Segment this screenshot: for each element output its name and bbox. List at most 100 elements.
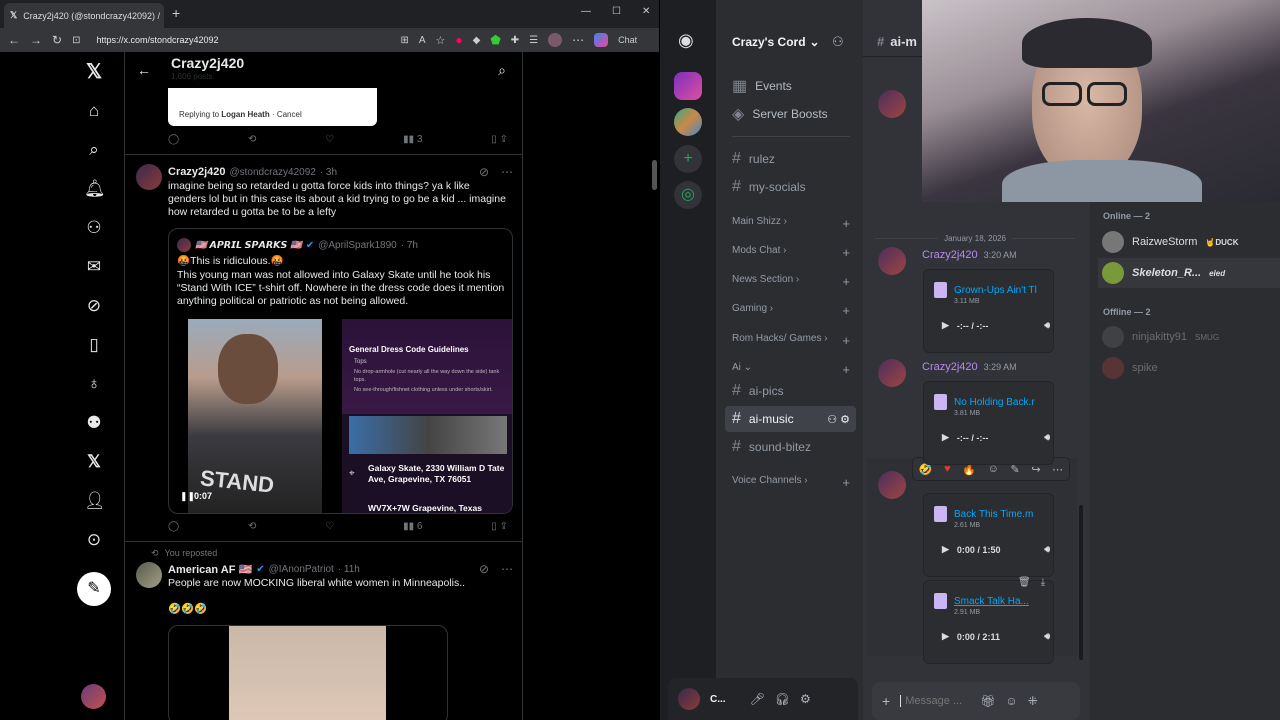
more-options-icon[interactable]: ⋯ [1052,463,1063,476]
audio-attachment[interactable]: No Holding Back.r 3.81 MB ▶ -:-- / -:-- 🔊︎ [923,381,1054,465]
nav-events[interactable]: ▦ Events [732,76,792,96]
back-icon[interactable]: ← [8,33,20,47]
messages-envelope-icon[interactable]: ✉ [84,257,104,277]
x-logo-icon[interactable]: 𝕏 [84,62,104,82]
maximize-icon[interactable]: ☐ [612,6,621,17]
audio-filename[interactable]: Grown-Ups Ain't Tl [954,285,1050,296]
page-scrollbar[interactable] [652,160,657,190]
bookmarks-icon[interactable]: ▯ [84,335,104,355]
ext-pink-icon[interactable]: ● [455,33,462,47]
message-author[interactable]: Crazy2j420 [922,249,978,261]
quoted-post[interactable]: 🇺🇸 𝘼𝙋𝙍𝙄𝙇 𝙎𝙋𝘼𝙍𝙆𝙎 🇺🇸 ✔ @AprilSpark1890 · 7… [168,228,513,514]
reply-icon[interactable]: ◯ [168,134,179,145]
extension-icon[interactable]: ⊞ [400,35,408,46]
reply-icon[interactable]: ◯ [168,521,179,532]
invite-settings-icon[interactable]: ⚇ ⚙ [827,413,850,426]
post-more-icon[interactable]: ⋯ [501,165,513,179]
bookmark-icon[interactable]: ▯ ⇪ [491,134,508,145]
reply-to-name[interactable]: Logan Heath [221,110,269,119]
member-raizwestorm[interactable]: RaizweStorm 🤘DUCK [1102,231,1238,253]
like-heart-icon[interactable]: ♡ [325,521,334,532]
apps-icon[interactable]: ⁜ [1028,694,1038,708]
channel-rulez[interactable]: # rulez [732,150,775,168]
home-icon[interactable]: ⌂ [84,101,104,121]
category-rom-hacks[interactable]: Rom Hacks/ Games › + [732,333,850,348]
audio-filename[interactable]: Smack Talk Ha... [954,596,1050,607]
member-skeleton[interactable]: Skeleton_R... eled [1102,262,1225,284]
post-avatar[interactable] [136,164,162,190]
add-channel-icon[interactable]: + [842,216,850,231]
add-channel-icon[interactable]: + [842,274,850,289]
volume-icon[interactable]: 🔊︎ [1044,320,1050,331]
refresh-icon[interactable]: ↻ [52,33,62,47]
audio-attachment[interactable]: Smack Talk Ha... 2.91 MB ▶ 0:00 / 2:11 🔊︎ … [923,577,1054,664]
settings-gear-icon[interactable]: ⚙ [800,692,811,706]
audio-attachment[interactable]: Back This Time.m 2.61 MB ▶ 0:00 / 1:50 🔊︎ [923,493,1054,577]
video-play-pause-icon[interactable]: ❚❚ [180,491,195,502]
add-channel-icon[interactable]: + [842,303,850,318]
post-time[interactable]: · 3h [320,167,337,178]
category-main-shizz[interactable]: Main Shizz › + [732,216,850,231]
copilot-icon[interactable] [594,33,609,47]
profile-icon[interactable] [548,33,563,47]
favorites-icon[interactable]: ☰ [529,35,538,46]
account-avatar[interactable] [81,684,106,709]
add-channel-icon[interactable]: + [842,333,850,348]
user-avatar[interactable] [678,688,700,710]
member-spike[interactable]: spike [1102,357,1158,379]
repost-icon[interactable]: ⟲ [248,521,256,532]
message-avatar[interactable] [878,359,906,387]
repost-icon[interactable]: ⟲ [248,134,256,145]
channel-sound-bitez[interactable]: # sound-bitez [732,438,811,456]
follow-icon[interactable]: ⚇ [84,218,104,238]
post-avatar[interactable] [136,562,162,588]
category-gaming[interactable]: Gaming › + [732,303,850,318]
server-icon-2[interactable] [674,108,702,136]
post-author-name[interactable]: American AF 🇺🇸 [168,563,252,576]
message-avatar[interactable] [878,471,906,499]
gift-icon[interactable]: 🎁︎ [980,694,995,708]
category-ai[interactable]: Ai ⌄ + [732,362,850,377]
post-author-name[interactable]: Crazy2j420 [168,166,226,178]
audio-filename[interactable]: No Holding Back.r [954,397,1050,408]
grok-post-icon[interactable]: ⊘ [479,165,489,179]
like-heart-icon[interactable]: ♡ [325,134,334,145]
invite-people-icon[interactable]: ⚇ [832,34,844,50]
user-name[interactable]: C... [710,694,726,705]
post-time[interactable]: · 11h [338,564,360,575]
message-avatar[interactable] [878,247,906,275]
url-input[interactable]: https://x.com/stondcrazy42092 [90,31,390,49]
add-server-icon[interactable]: + [674,145,702,173]
post-media[interactable] [168,625,448,720]
download-icon[interactable]: ⤓ [1041,577,1045,588]
server-name[interactable]: Crazy's Cord ⌄ [732,35,820,49]
delete-trash-icon[interactable]: 🗑︎ [1018,577,1031,588]
close-window-icon[interactable]: ✕ [642,6,650,17]
volume-icon[interactable]: 🔊︎ [1044,432,1050,443]
play-icon[interactable]: ▶ [942,432,949,443]
forward-icon[interactable]: → [30,33,42,47]
communities-icon[interactable]: ⚉ [84,413,104,433]
browser-tab[interactable]: 𝕏 Crazy2j420 (@stondcrazy42092) / ✕ [4,3,164,28]
message-input[interactable] [900,695,971,707]
play-icon[interactable]: ▶ [942,544,949,555]
channel-ai-music[interactable]: # ai-music ⚇ ⚙ [732,410,850,428]
category-voice-channels[interactable]: Voice Channels › + [732,475,850,490]
play-icon[interactable]: ▶ [942,631,949,642]
server-icon-crazys-cord[interactable] [674,72,702,100]
audio-filename[interactable]: Back This Time.m [954,509,1050,520]
member-ninjakitty[interactable]: ninjakitty91 SMUG [1102,326,1219,348]
microphone-icon[interactable]: 🎤︎ [750,692,765,706]
ext-shield-icon[interactable]: ⬟ [490,33,500,47]
more-icon[interactable]: ⋯ [572,33,584,47]
profile-person-icon[interactable]: 👤︎ [84,491,106,511]
views-count[interactable]: ▮▮ 6 [403,521,422,532]
category-news-section[interactable]: News Section › + [732,274,850,289]
ext-puzzle-icon[interactable]: ✚ [511,35,519,46]
search-icon[interactable]: ⌕ [84,140,104,160]
add-channel-icon[interactable]: + [842,362,850,377]
favorite-star-icon[interactable]: ☆ [436,34,446,47]
message-avatar[interactable] [878,90,906,118]
message-author[interactable]: Crazy2j420 [922,361,978,373]
volume-icon[interactable]: 🔊︎ [1044,631,1050,642]
